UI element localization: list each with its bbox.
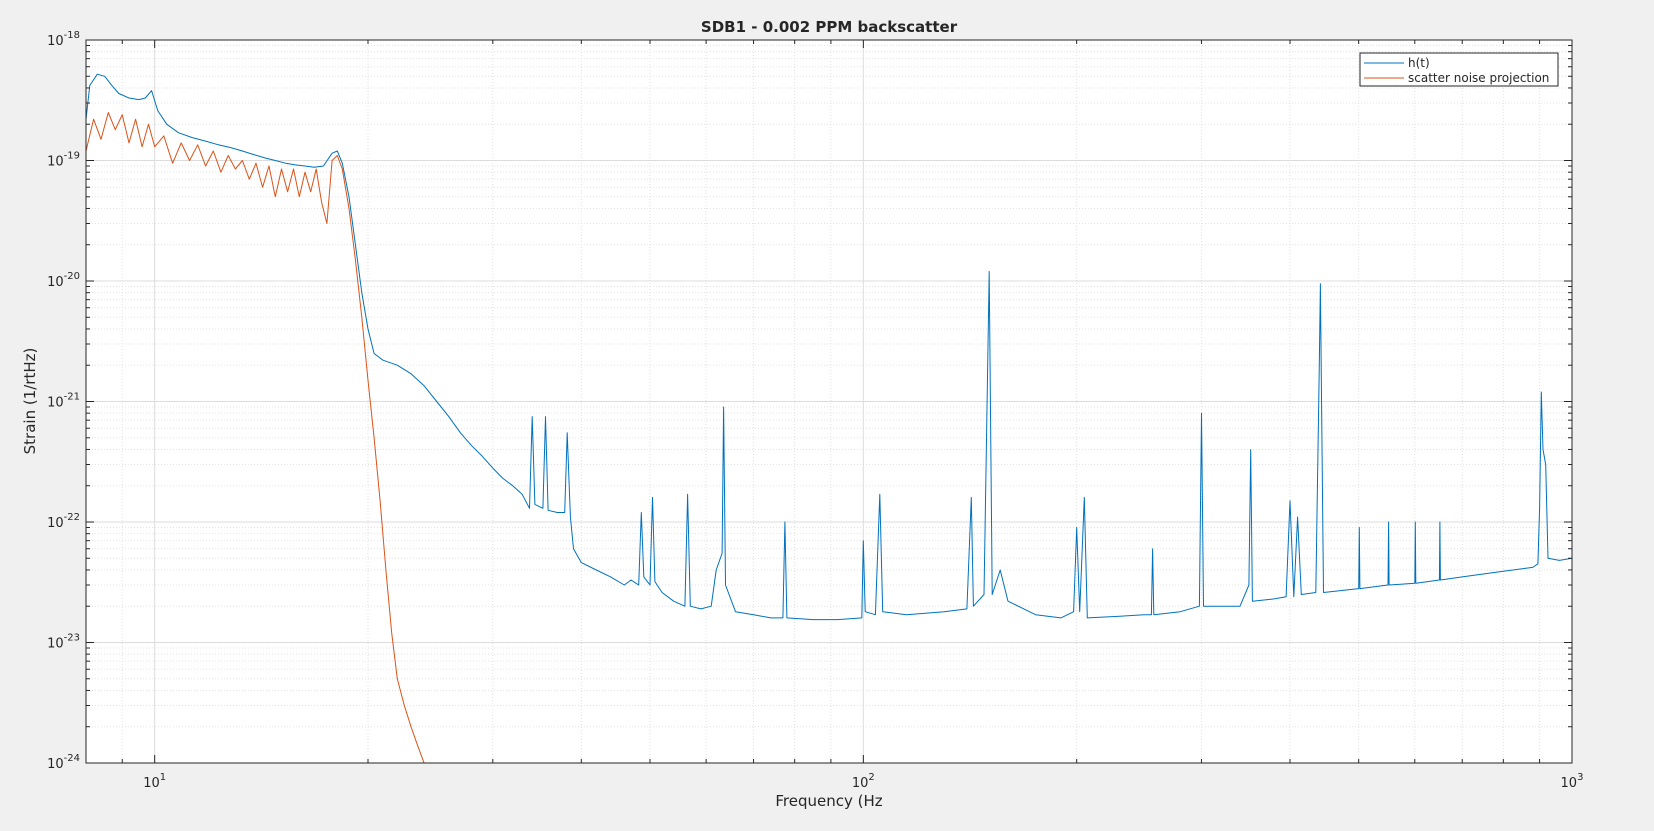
y-tick-label: 10-24 <box>47 753 80 772</box>
y-tick-label: 10-21 <box>47 392 80 411</box>
strain-spectrum-chart: 101 102 103 10-24 10-23 10-22 10-21 10-20 10-19… <box>21 18 1583 810</box>
y-axis-title: Strain (1/rtHz) <box>21 348 39 455</box>
figure: 101 102 103 10-24 10-23 10-22 10-21 10-20 10-19… <box>0 0 1654 827</box>
y-tick-labels: 10-24 10-23 10-22 10-21 10-20 10-19 10-18 <box>47 30 80 772</box>
legend-label-h-t: h(t) <box>1408 56 1430 70</box>
chart-title: SDB1 - 0.002 PPM backscatter <box>701 18 958 36</box>
x-tick-label: 102 <box>852 772 875 791</box>
x-tick-label: 101 <box>143 772 166 791</box>
legend-label-scatter-noise: scatter noise projection <box>1408 71 1549 85</box>
x-axis-title: Frequency (Hz <box>775 792 882 810</box>
y-tick-label: 10-19 <box>47 151 80 170</box>
y-tick-label: 10-18 <box>47 30 80 49</box>
legend: h(t) scatter noise projection <box>1359 52 1559 87</box>
y-tick-label: 10-23 <box>47 633 80 652</box>
y-tick-label: 10-22 <box>47 512 80 531</box>
x-tick-labels: 101 102 103 <box>143 772 1583 791</box>
y-tick-label: 10-20 <box>47 271 80 290</box>
x-tick-label: 103 <box>1561 772 1584 791</box>
